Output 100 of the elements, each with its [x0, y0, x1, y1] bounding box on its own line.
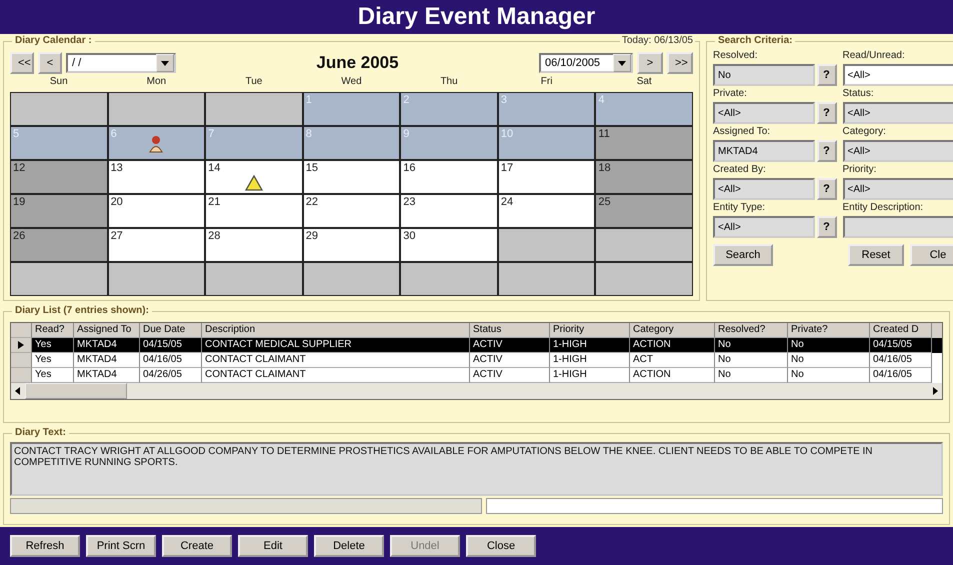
lookup-button[interactable]: ?	[816, 102, 836, 124]
calendar-day[interactable]: 17	[498, 161, 594, 193]
calendar-day[interactable]: 26	[11, 229, 107, 261]
next-year-button[interactable]: >>	[667, 52, 693, 74]
criteria-field[interactable]: <All>	[713, 102, 814, 124]
criteria-field[interactable]: <All>	[713, 178, 814, 200]
action-button[interactable]: Create	[162, 535, 232, 557]
action-button[interactable]: Close	[466, 535, 536, 557]
criteria-field[interactable]: <All>	[842, 102, 953, 124]
criteria-field[interactable]: <All>	[842, 178, 953, 200]
row-header[interactable]	[11, 338, 32, 353]
previous-year-button[interactable]: <<	[10, 52, 34, 74]
criteria-field[interactable]	[842, 216, 953, 238]
day-number: 25	[598, 196, 611, 208]
caret-icon	[618, 60, 626, 66]
horizontal-scrollbar[interactable]	[10, 498, 482, 514]
calendar-day[interactable]: 11	[596, 127, 692, 159]
calendar-day[interactable]: 25	[596, 195, 692, 227]
action-button[interactable]: Refresh	[10, 535, 80, 557]
calendar-day[interactable]: 19	[11, 195, 107, 227]
search-panel-button[interactable]: Cle	[910, 244, 953, 266]
day-number: 14	[208, 162, 220, 174]
calendar-day[interactable]: 24	[498, 195, 594, 227]
calendar-day[interactable]	[596, 263, 692, 295]
criteria-field[interactable]: No	[713, 64, 814, 86]
day-number: 17	[500, 162, 514, 174]
day-number: 12	[13, 162, 26, 174]
day-number: 15	[306, 162, 318, 174]
action-button[interactable]: Edit	[238, 535, 308, 557]
scrollbar-thumb[interactable]	[25, 383, 127, 399]
day-number: 29	[306, 230, 318, 242]
group-label: Diary Text:	[12, 427, 69, 438]
calendar-day[interactable]	[206, 263, 302, 295]
table-row[interactable]: Yes MKTAD4 04/15/05 CONTACT MEDICAL SUPPLIER ACTIV 1-HIGH ACTION No No 04/15/05	[11, 338, 942, 353]
day-number: 22	[306, 196, 318, 208]
day-number: 16	[403, 162, 416, 174]
field-label: Priority:	[842, 164, 878, 177]
calendar-day[interactable]: 29	[304, 229, 400, 261]
calendar-day[interactable]: 14	[206, 161, 302, 193]
calendar-day[interactable]	[11, 93, 107, 125]
calendar-day[interactable]: 30	[401, 229, 497, 261]
previous-month-button[interactable]: <	[38, 52, 62, 74]
criteria-field[interactable]: <All>	[713, 216, 814, 238]
action-button[interactable]: Print Scrn	[86, 535, 156, 557]
calendar-day[interactable]: 13	[108, 161, 204, 193]
calendar-day[interactable]: 28	[206, 229, 302, 261]
calendar-day[interactable]: 27	[108, 229, 204, 261]
calendar-day[interactable]	[401, 263, 497, 295]
horizontal-scrollbar[interactable]	[11, 383, 942, 399]
calendar-day[interactable]: 23	[401, 195, 497, 227]
field-label: Read/Unread:	[842, 50, 906, 63]
caret-icon	[161, 60, 169, 66]
month-combo[interactable]: / /	[66, 53, 176, 73]
day-number: 18	[598, 162, 611, 174]
calendar-day[interactable]	[11, 263, 107, 295]
calendar-day[interactable]: 20	[108, 195, 204, 227]
calendar-day[interactable]: 18	[596, 161, 692, 193]
field-label: Created By:	[713, 164, 767, 177]
criteria-field[interactable]: <All>	[842, 64, 953, 86]
calendar-day[interactable]	[304, 263, 400, 295]
calendar-day[interactable]	[108, 263, 204, 295]
lookup-button[interactable]: ?	[816, 178, 836, 200]
action-button[interactable]: Delete	[314, 535, 384, 557]
search-panel-button[interactable]: Reset	[848, 244, 904, 266]
diary-text[interactable]: CONTACT TRACY WRIGHT AT ALLGOOD COMPANY TO DETERMINE PROSTHETICS AVAILABLE FOR AMPUTATIONS BELOW THE KNEE. CLIENT NEEDS TO BE ABLE TO COMPETE IN COMPETITIVE RUNNING SPORTS.	[10, 442, 943, 496]
calendar-day[interactable]	[498, 263, 594, 295]
calendar-day[interactable]: 22	[304, 195, 400, 227]
day-number: 11	[598, 128, 610, 140]
today-label: Today: 06/13/05	[620, 35, 695, 46]
warning-icon	[244, 175, 263, 191]
date-combo[interactable]: 06/10/2005	[539, 53, 633, 73]
weekday-label: Tue	[244, 76, 264, 89]
field-label: Status:	[842, 88, 875, 101]
day-number: 3	[500, 94, 507, 106]
calendar-day[interactable]: 15	[304, 161, 400, 193]
next-month-button[interactable]: >	[637, 52, 663, 74]
group-label: Search Criteria:	[715, 35, 796, 46]
calendar-day[interactable]	[206, 93, 302, 125]
criteria-field[interactable]: <All>	[842, 140, 953, 162]
lookup-button[interactable]: ?	[816, 140, 836, 162]
criteria-field[interactable]: MKTAD4	[713, 140, 814, 162]
search-button[interactable]: Search	[713, 244, 773, 266]
day-number: 24	[500, 196, 514, 208]
lookup-button[interactable]: ?	[816, 64, 836, 86]
person-icon	[148, 135, 164, 153]
calendar-day[interactable]: 21	[206, 195, 302, 227]
row-pointer-icon	[18, 341, 24, 349]
calendar-day[interactable]	[596, 229, 692, 261]
day-number: 1	[306, 94, 312, 106]
calendar-day[interactable]	[498, 229, 594, 261]
calendar-day[interactable]: 16	[401, 161, 497, 193]
calendar-day[interactable]	[108, 93, 204, 125]
lookup-button[interactable]: ?	[816, 216, 836, 238]
day-number: 6	[110, 128, 117, 140]
day-number: 19	[13, 196, 26, 208]
weekday-label: Thu	[439, 76, 459, 89]
day-number: 23	[403, 196, 416, 208]
day-number: 28	[208, 230, 220, 242]
calendar-day[interactable]: 12	[11, 161, 107, 193]
group-label: Diary Calendar :	[12, 35, 95, 46]
